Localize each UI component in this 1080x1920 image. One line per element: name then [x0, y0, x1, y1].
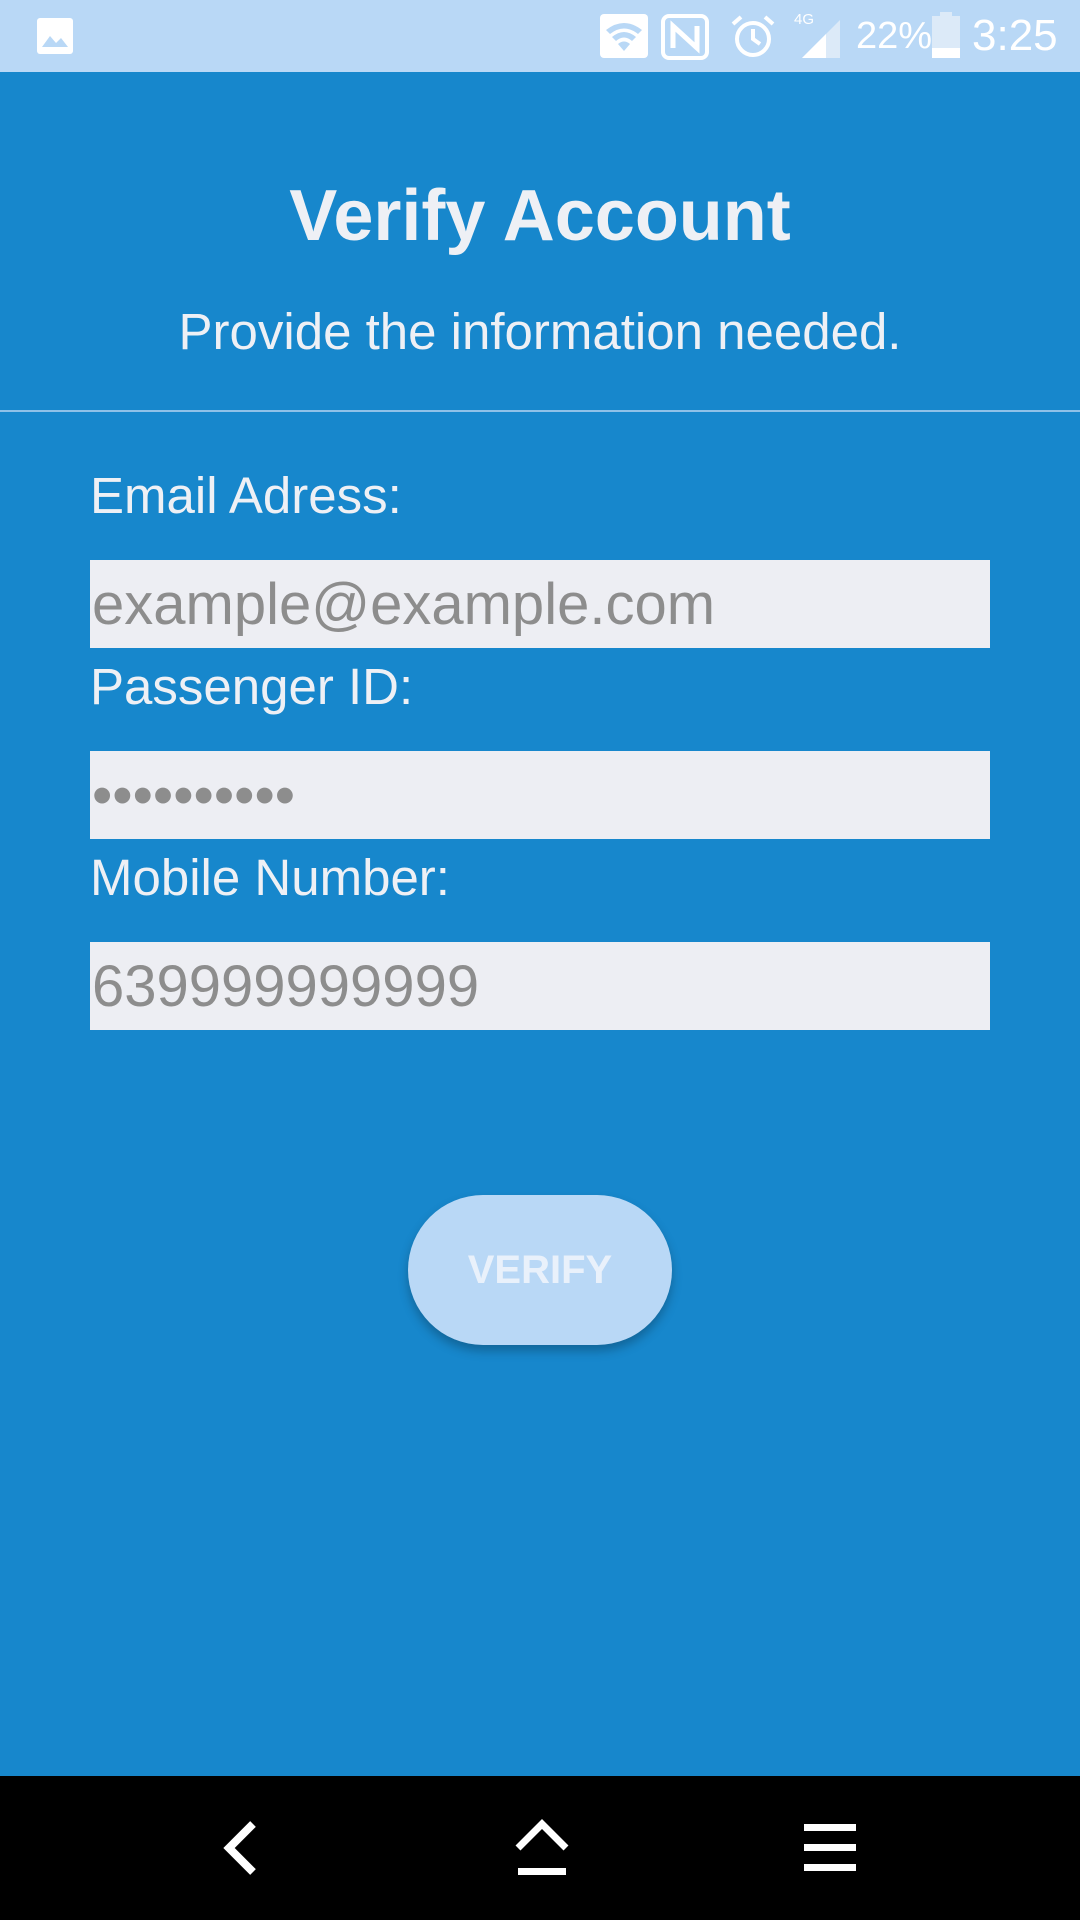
status-time: 3:25	[972, 11, 1058, 60]
battery-icon	[932, 12, 960, 58]
home-button[interactable]	[492, 1798, 592, 1898]
menu-icon	[804, 1824, 856, 1871]
header-divider	[0, 410, 1080, 412]
battery-percent: 22%	[856, 15, 933, 57]
email-field[interactable]	[90, 560, 990, 648]
verify-button[interactable]: VERIFY	[408, 1195, 672, 1345]
nfc-icon	[661, 14, 709, 60]
mobile-number-field[interactable]	[90, 942, 990, 1030]
back-icon	[223, 1821, 256, 1875]
status-bar: 4G 22% 3:25	[0, 0, 1080, 72]
alarm-icon	[731, 15, 775, 57]
home-icon	[515, 1819, 569, 1875]
mobile-number-label: Mobile Number:	[90, 849, 450, 906]
signal-icon: 4G	[794, 11, 840, 58]
gallery-icon	[37, 18, 73, 54]
network-type-label: 4G	[794, 11, 814, 28]
back-button[interactable]	[190, 1798, 290, 1898]
navigation-bar	[0, 1776, 1080, 1920]
email-label: Email Adress:	[90, 467, 402, 524]
wifi-icon	[600, 14, 648, 58]
page-title: Verify Account	[289, 176, 791, 256]
passenger-id-field[interactable]	[90, 751, 990, 839]
page-subtitle: Provide the information needed.	[178, 303, 902, 360]
passenger-id-label: Passenger ID:	[90, 658, 414, 715]
menu-button[interactable]	[780, 1798, 880, 1898]
